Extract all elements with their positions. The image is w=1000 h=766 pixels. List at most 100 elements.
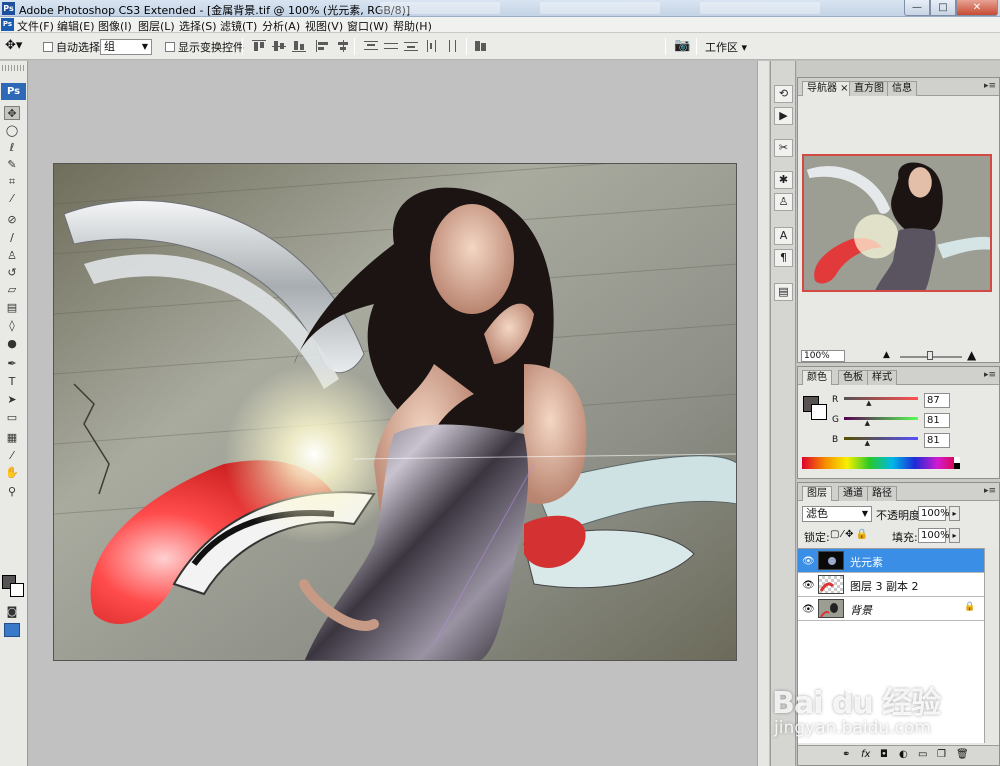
- brush-tool-icon[interactable]: ∕: [4, 231, 20, 245]
- new-layer-icon[interactable]: ❐: [937, 749, 946, 760]
- document-icon[interactable]: Ps: [1, 18, 14, 31]
- channel-value-b[interactable]: 81: [924, 433, 950, 448]
- blend-mode-dropdown[interactable]: 滤色 ▼: [802, 506, 872, 522]
- auto-align-icon[interactable]: [474, 40, 488, 52]
- image-canvas[interactable]: [53, 163, 737, 661]
- lasso-tool-icon[interactable]: ℓ: [4, 141, 20, 155]
- menu-help[interactable]: 帮助(H): [393, 18, 432, 34]
- channel-slider-thumb[interactable]: ▲: [866, 399, 871, 407]
- stamp-tool-icon[interactable]: ♙: [4, 249, 20, 263]
- zoom-out-icon[interactable]: ▲: [883, 350, 890, 360]
- close-button[interactable]: ✕: [956, 0, 998, 16]
- channel-slider-r[interactable]: [844, 397, 918, 400]
- shape-tool-icon[interactable]: ▭: [4, 411, 20, 425]
- tab-histogram[interactable]: 直方图: [849, 81, 889, 96]
- tool-presets-icon[interactable]: ✂: [774, 139, 793, 157]
- tab-navigator[interactable]: 导航器 ×: [802, 81, 854, 96]
- color-ramp-black[interactable]: [954, 463, 960, 469]
- history-icon[interactable]: ⟲: [774, 85, 793, 103]
- align-vcenter-icon[interactable]: [272, 40, 286, 52]
- brushes-icon[interactable]: ✱: [774, 171, 793, 189]
- actions-icon[interactable]: ▶: [774, 107, 793, 125]
- color-ramp[interactable]: [802, 457, 960, 469]
- distribute-bottom-icon[interactable]: [404, 40, 418, 52]
- clone-source-icon[interactable]: ♙: [774, 193, 793, 211]
- channel-slider-b[interactable]: [844, 437, 918, 440]
- menu-select[interactable]: 选择(S): [179, 18, 217, 34]
- path-select-tool-icon[interactable]: ➤: [4, 393, 20, 407]
- quick-mask-icon[interactable]: ◙: [4, 605, 20, 619]
- panel-menu-icon[interactable]: ▸≡: [984, 81, 996, 91]
- layer-row[interactable]: 👁 背景 🔒: [798, 597, 984, 621]
- zoom-slider-thumb[interactable]: [927, 351, 933, 360]
- channel-slider-g[interactable]: [844, 417, 918, 420]
- channel-slider-thumb[interactable]: ▲: [865, 419, 870, 427]
- eraser-tool-icon[interactable]: ▱: [4, 283, 20, 297]
- hand-tool-icon[interactable]: ✋: [4, 466, 20, 480]
- character-icon[interactable]: A: [774, 227, 793, 245]
- distribute-vcenter-icon[interactable]: [384, 40, 398, 52]
- panel-menu-icon[interactable]: ▸≡: [984, 486, 996, 496]
- fx-icon[interactable]: fx: [861, 749, 870, 760]
- fill-field[interactable]: 100%: [918, 528, 950, 543]
- channel-value-r[interactable]: 87: [924, 393, 950, 408]
- layer-name[interactable]: 图层 3 副本 2: [850, 578, 919, 594]
- distribute-left-icon[interactable]: [426, 40, 440, 52]
- move-tool-preset-icon[interactable]: ✥▾: [5, 38, 22, 53]
- healing-tool-icon[interactable]: ⊘: [4, 213, 20, 227]
- visibility-eye-icon[interactable]: 👁: [802, 556, 815, 567]
- mask-icon[interactable]: ◘: [880, 749, 888, 760]
- menu-file[interactable]: 文件(F): [17, 18, 54, 34]
- pen-tool-icon[interactable]: ✒: [4, 357, 20, 371]
- align-hcenter-icon[interactable]: [336, 40, 350, 52]
- eyedropper2-tool-icon[interactable]: ⁄: [4, 449, 20, 463]
- move-tool-icon[interactable]: ✥: [4, 106, 20, 120]
- opacity-slider-button[interactable]: ▸: [949, 506, 960, 521]
- dodge-tool-icon[interactable]: ●: [4, 337, 20, 351]
- auto-select-checkbox[interactable]: [43, 42, 53, 52]
- align-top-icon[interactable]: [252, 40, 266, 52]
- menu-view[interactable]: 视图(V): [305, 18, 343, 34]
- link-icon[interactable]: ⚭: [842, 749, 850, 760]
- menu-edit[interactable]: 编辑(E): [57, 18, 95, 34]
- channel-slider-thumb[interactable]: ▲: [865, 439, 870, 447]
- quick-select-tool-icon[interactable]: ✎: [4, 158, 20, 172]
- group-icon[interactable]: ▭: [918, 749, 927, 760]
- minimize-button[interactable]: —: [904, 0, 930, 16]
- marquee-tool-icon[interactable]: ◯: [4, 124, 20, 138]
- blur-tool-icon[interactable]: ◊: [4, 319, 20, 333]
- tab-color[interactable]: 颜色: [802, 370, 832, 385]
- gradient-tool-icon[interactable]: ▤: [4, 301, 20, 315]
- maximize-button[interactable]: □: [930, 0, 956, 16]
- layer-row[interactable]: 👁 光元素: [798, 549, 984, 573]
- distribute-hcenter-icon[interactable]: [446, 40, 460, 52]
- visibility-eye-icon[interactable]: 👁: [802, 580, 815, 591]
- tab-channels[interactable]: 通道: [838, 486, 868, 501]
- show-transform-checkbox[interactable]: [165, 42, 175, 52]
- opacity-field[interactable]: 100%: [918, 506, 950, 521]
- panel-grip[interactable]: [2, 65, 26, 71]
- menu-filter[interactable]: 滤镜(T): [220, 18, 257, 34]
- paragraph-icon[interactable]: ¶: [774, 249, 793, 267]
- zoom-field[interactable]: 100%: [801, 350, 845, 362]
- distribute-top-icon[interactable]: [364, 40, 378, 52]
- tab-swatches[interactable]: 色板: [838, 370, 868, 385]
- channel-value-g[interactable]: 81: [924, 413, 950, 428]
- bridge-icon[interactable]: 📷: [674, 38, 690, 53]
- layer-comps-icon[interactable]: ▤: [774, 283, 793, 301]
- layers-scrollbar[interactable]: [984, 548, 999, 743]
- background-color-swatch[interactable]: [10, 583, 24, 597]
- tab-styles[interactable]: 样式: [867, 370, 897, 385]
- workspace-menu[interactable]: 工作区 ▾: [705, 39, 747, 55]
- menu-analysis[interactable]: 分析(A): [262, 18, 300, 34]
- visibility-eye-icon[interactable]: 👁: [802, 604, 815, 615]
- vertical-scrollbar[interactable]: [757, 61, 769, 766]
- align-bottom-icon[interactable]: [292, 40, 306, 52]
- panel-menu-icon[interactable]: ▸≡: [984, 370, 996, 380]
- menu-window[interactable]: 窗口(W): [347, 18, 388, 34]
- lock-icons[interactable]: ▢⁄✥🔒: [830, 529, 870, 540]
- tab-paths[interactable]: 路径: [867, 486, 897, 501]
- tab-info[interactable]: 信息: [887, 81, 917, 96]
- screen-mode-icon[interactable]: [4, 623, 20, 637]
- fill-slider-button[interactable]: ▸: [949, 528, 960, 543]
